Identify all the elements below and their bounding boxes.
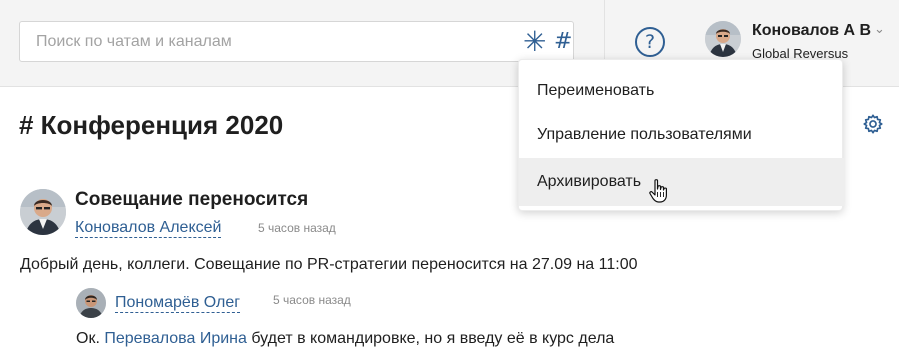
menu-item-rename[interactable]: Переименовать (519, 67, 844, 115)
asterisk-icon[interactable]: ✳ (523, 28, 546, 56)
author-avatar[interactable] (20, 189, 66, 235)
reply-body: Ок. Перевалова Ирина будет в командировк… (76, 330, 614, 348)
reply-timestamp: 5 часов назад (273, 293, 351, 307)
author-avatar-image (20, 189, 66, 235)
hash-icon[interactable]: # (554, 29, 572, 55)
reply-body-prefix: Ок. (76, 330, 105, 347)
reply-author-link[interactable]: Пономарёв Олег (115, 294, 241, 313)
search-box[interactable]: ✳ # (19, 21, 574, 62)
mention-link[interactable]: Перевалова Ирина (104, 330, 247, 347)
user-name[interactable]: Коновалов А В (752, 22, 871, 40)
post-body: Добрый день, коллеги. Совещание по PR-ст… (20, 256, 638, 273)
hand-cursor-icon (649, 179, 667, 203)
reply-avatar-image (76, 288, 106, 318)
post-timestamp: 5 часов назад (258, 221, 336, 235)
channel-title: # Конференция 2020 (19, 110, 284, 140)
reply-avatar[interactable] (76, 288, 106, 318)
gear-icon[interactable] (862, 113, 884, 135)
menu-item-archive[interactable]: Архивировать (519, 158, 844, 206)
user-avatar[interactable] (705, 21, 741, 57)
question-circle-icon: ? (644, 31, 656, 53)
user-avatar-image (705, 21, 741, 57)
post-title: Совещание переносится (75, 189, 309, 210)
post-author-link[interactable]: Коновалов Алексей (75, 219, 222, 238)
menu-item-manage-users[interactable]: Управление пользователями (519, 111, 844, 159)
help-button[interactable]: ? (635, 27, 665, 57)
reply-body-suffix: будет в командировке, но я введу её в ку… (246, 330, 615, 347)
search-input[interactable] (20, 22, 500, 61)
channel-context-menu: Переименовать Управление пользователями … (518, 59, 844, 211)
chevron-down-icon[interactable]: ⌄ (874, 22, 885, 37)
